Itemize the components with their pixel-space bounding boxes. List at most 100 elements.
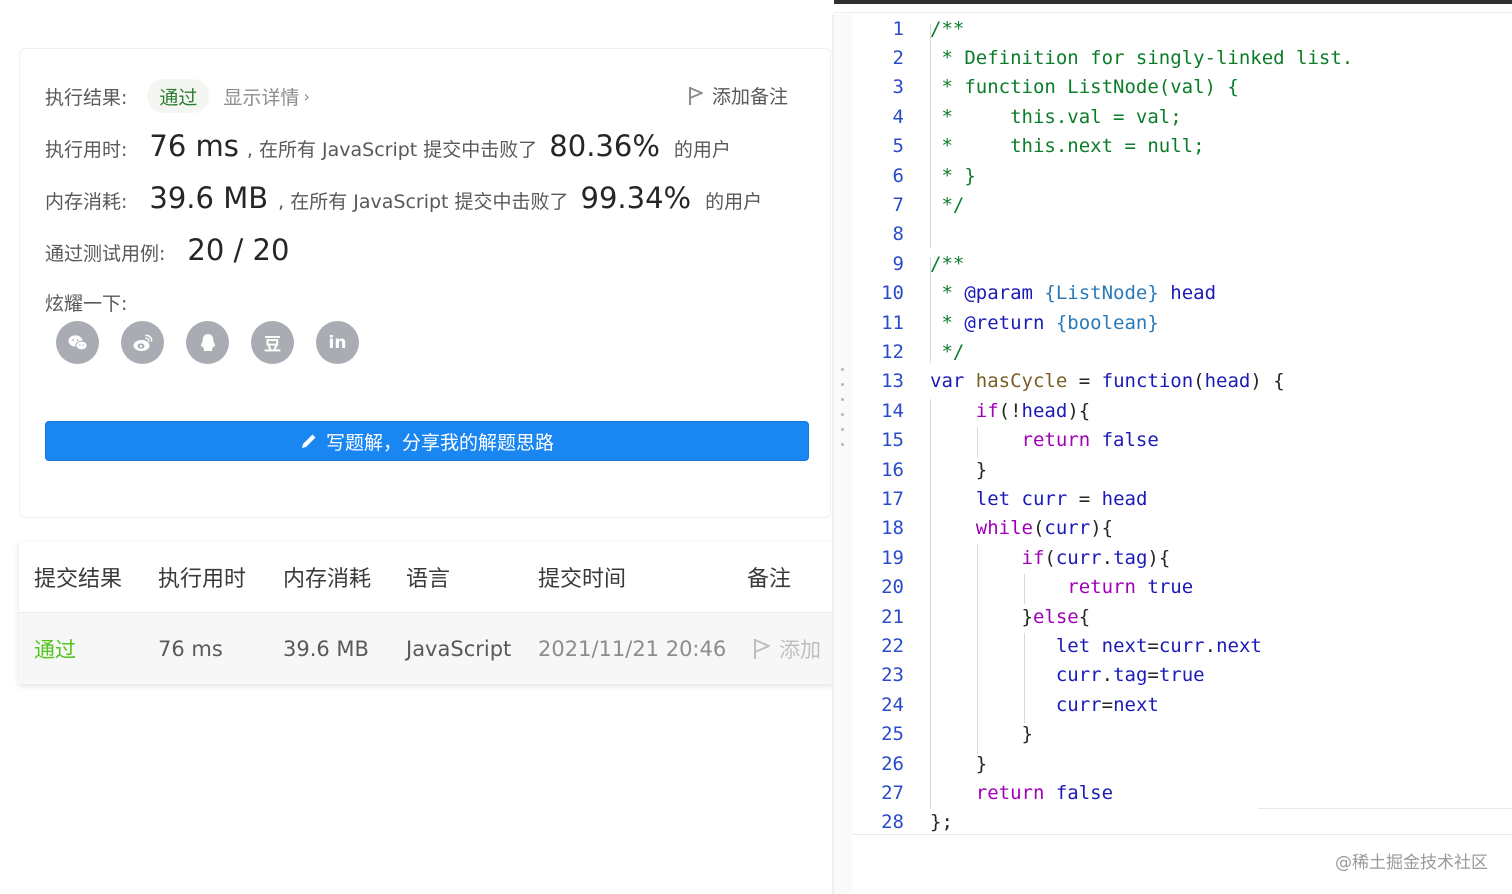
line-number: 21	[881, 605, 904, 628]
douban-glyph: 豆	[264, 335, 281, 355]
code-line: 4 * this.val = val;	[852, 102, 1512, 131]
code-line: 24 curr=next	[852, 690, 1512, 719]
result-card: 执行结果: 通过 显示详情 › 添加备注 执行用时: 76 ms , 在所有 J…	[19, 48, 831, 518]
row-language: JavaScript	[406, 636, 512, 661]
editor-divider	[1258, 808, 1512, 809]
line-number: 7	[892, 194, 904, 217]
line-number: 22	[881, 635, 904, 658]
code-line: 16 }	[852, 455, 1512, 484]
status-badge: 通过	[147, 79, 210, 113]
code-line: 18 while(curr){	[852, 514, 1512, 543]
submission-result-panel: 执行结果: 通过 显示详情 › 添加备注 执行用时: 76 ms , 在所有 J…	[0, 0, 834, 894]
testcases-label: 通过测试用例:	[45, 243, 166, 265]
row-runtime: 76 ms	[158, 636, 223, 661]
add-note-button[interactable]: 添加备注	[688, 82, 788, 109]
line-number: 1	[892, 17, 904, 40]
resize-handle[interactable]	[838, 368, 846, 446]
line-number: 25	[881, 723, 904, 746]
code-line: 19 if(curr.tag){	[852, 543, 1512, 572]
flag-icon	[688, 86, 703, 105]
line-number: 16	[881, 458, 904, 481]
share-icons: 豆 in	[56, 321, 381, 364]
code-line: 25 }	[852, 720, 1512, 749]
line-number: 19	[881, 546, 904, 569]
write-solution-button[interactable]: 写题解，分享我的解题思路	[45, 421, 809, 461]
top-divider	[766, 12, 1512, 13]
testcases-row: 通过测试用例: 20 / 20	[45, 233, 289, 267]
memory-row: 内存消耗: 39.6 MB , 在所有 JavaScript 提交中击败了 99…	[45, 181, 762, 215]
line-number: 10	[881, 282, 904, 305]
status-row: 执行结果: 通过 显示详情 ›	[45, 79, 310, 113]
line-number: 3	[892, 76, 904, 99]
linkedin-glyph: in	[328, 332, 347, 353]
line-number: 8	[892, 223, 904, 246]
memory-text: , 在所有 JavaScript 提交中击败了	[278, 191, 569, 213]
status-label: 执行结果:	[45, 86, 128, 109]
code-line: 13 var hasCycle = function(head) {	[852, 367, 1512, 396]
runtime-row: 执行用时: 76 ms , 在所有 JavaScript 提交中击败了 80.3…	[45, 129, 731, 163]
line-number: 28	[881, 811, 904, 834]
douban-icon[interactable]: 豆	[251, 321, 294, 364]
line-number: 23	[881, 664, 904, 687]
code-line: 12 */	[852, 337, 1512, 366]
line-number: 24	[881, 693, 904, 716]
code-line: 3 * function ListNode(val) {	[852, 73, 1512, 102]
weibo-icon[interactable]	[121, 321, 164, 364]
code-line: 7 */	[852, 190, 1512, 219]
header-runtime: 执行用时	[158, 567, 247, 592]
memory-label: 内存消耗:	[45, 191, 128, 213]
line-number: 14	[881, 399, 904, 422]
runtime-label: 执行用时:	[45, 139, 128, 161]
chevron-right-icon: ›	[303, 86, 310, 106]
code-line: 28};	[852, 808, 1512, 837]
line-number: 11	[881, 311, 904, 334]
code-line: 17 let curr = head	[852, 484, 1512, 513]
runtime-value: 76 ms	[149, 129, 239, 163]
share-row: 炫耀一下:	[45, 289, 127, 316]
code-line: 5 * this.next = null;	[852, 132, 1512, 161]
code-editor[interactable]: 1/** 2 * Definition for singly-linked li…	[852, 14, 1512, 834]
runtime-text: , 在所有 JavaScript 提交中击败了	[246, 139, 538, 161]
show-details-label: 显示详情	[223, 86, 300, 109]
wechat-icon[interactable]	[56, 321, 99, 364]
code-line: 10 * @param {ListNode} head	[852, 279, 1512, 308]
table-row[interactable]: 通过 76 ms 39.6 MB JavaScript 2021/11/21 2…	[19, 612, 834, 684]
header-language: 语言	[406, 567, 451, 592]
code-line: 14 if(!head){	[852, 396, 1512, 425]
line-number: 6	[892, 164, 904, 187]
line-number: 26	[881, 752, 904, 775]
row-note-label: 添加	[779, 637, 821, 662]
testcases-value: 20 / 20	[187, 233, 290, 267]
code-line: 27 return false	[852, 778, 1512, 807]
row-result[interactable]: 通过	[34, 613, 76, 684]
line-number: 2	[892, 47, 904, 70]
show-details-link[interactable]: 显示详情 ›	[223, 83, 309, 110]
line-number: 4	[892, 105, 904, 128]
line-number: 15	[881, 429, 904, 452]
code-line: 26 }	[852, 749, 1512, 778]
code-line: 2 * Definition for singly-linked list.	[852, 43, 1512, 72]
qq-icon[interactable]	[186, 321, 229, 364]
code-line: 9/**	[852, 249, 1512, 278]
line-number: 12	[881, 341, 904, 364]
code-line: 22 let next=curr.next	[852, 631, 1512, 660]
linkedin-icon[interactable]: in	[316, 321, 359, 364]
memory-percent: 99.34%	[580, 181, 692, 215]
memory-suffix: 的用户	[705, 191, 763, 213]
line-number: 17	[881, 488, 904, 511]
code-line: 11 * @return {boolean}	[852, 308, 1512, 337]
runtime-suffix: 的用户	[673, 139, 731, 161]
row-memory: 39.6 MB	[283, 636, 369, 661]
line-number: 18	[881, 517, 904, 540]
code-line: 6 * }	[852, 161, 1512, 190]
row-add-note-button[interactable]: 添加	[753, 613, 821, 684]
header-result: 提交结果	[34, 567, 123, 592]
flag-icon	[753, 638, 770, 659]
header-submit-time: 提交时间	[538, 567, 627, 592]
header-note: 备注	[747, 567, 792, 592]
runtime-percent: 80.36%	[549, 129, 660, 163]
code-line: 8	[852, 220, 1512, 249]
share-label: 炫耀一下:	[45, 293, 128, 315]
line-number: 9	[892, 252, 904, 275]
panel-divider	[832, 14, 834, 894]
